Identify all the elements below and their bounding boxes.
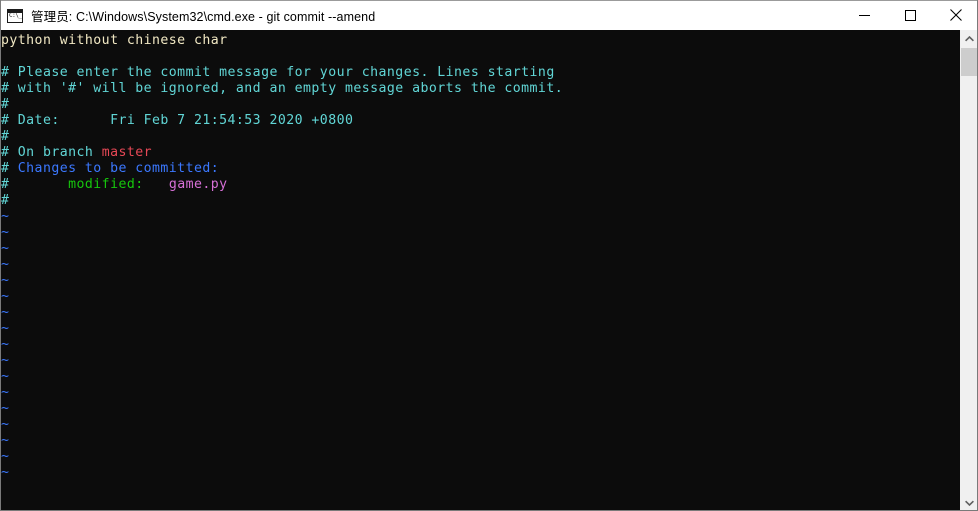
terminal-line: ~: [1, 209, 962, 225]
terminal-line: python without chinese char: [1, 33, 962, 49]
title-bar[interactable]: 管理员: C:\Windows\System32\cmd.exe - git c…: [1, 0, 977, 31]
terminal-text-segment: ~: [1, 401, 10, 416]
terminal-text-segment: ~: [1, 417, 10, 432]
terminal-text-segment: ~: [1, 225, 10, 240]
terminal-line: # with '#' will be ignored, and an empty…: [1, 81, 962, 97]
terminal-text-segment: ~: [1, 353, 10, 368]
minimize-button[interactable]: [841, 1, 887, 30]
terminal-text-segment: #: [1, 177, 69, 192]
terminal-line: ~: [1, 385, 962, 401]
terminal-text-segment: ~: [1, 337, 10, 352]
terminal-line: # modified: game.py: [1, 177, 962, 193]
terminal-screen[interactable]: python without chinese char # Please ent…: [1, 30, 962, 510]
terminal-line: ~: [1, 321, 962, 337]
scroll-up-button[interactable]: [961, 30, 977, 47]
terminal-line: ~: [1, 465, 962, 481]
scrollbar-thumb[interactable]: [961, 48, 977, 76]
terminal-text-segment: #: [1, 97, 10, 112]
terminal-text-segment: # with '#' will be ignored, and an empty…: [1, 81, 564, 96]
terminal-line: ~: [1, 225, 962, 241]
terminal-line: # On branch master: [1, 145, 962, 161]
terminal-line: ~: [1, 257, 962, 273]
close-icon: [950, 9, 962, 21]
terminal-line: #: [1, 97, 962, 113]
terminal-text-segment: ~: [1, 369, 10, 384]
chevron-down-icon: [965, 500, 974, 506]
terminal-text-segment: #: [1, 161, 18, 176]
terminal-line: ~: [1, 289, 962, 305]
terminal-line: ~: [1, 433, 962, 449]
terminal-text-segment: ~: [1, 289, 10, 304]
terminal-text-segment: ~: [1, 209, 10, 224]
terminal-text-segment: python without chinese char: [1, 33, 228, 48]
cmd-window: 管理员: C:\Windows\System32\cmd.exe - git c…: [0, 0, 978, 511]
terminal-line: # Changes to be committed:: [1, 161, 962, 177]
terminal-text-segment: Changes to be committed:: [17, 161, 220, 176]
terminal-text-segment: #: [1, 193, 10, 208]
terminal-text-segment: ~: [1, 449, 10, 464]
terminal-text-segment: game.py: [168, 177, 228, 192]
terminal-text-segment: ~: [1, 241, 10, 256]
terminal-text-segment: # Date: Fri Feb 7 21:54:53 2020 +0800: [1, 113, 354, 128]
window-controls: [841, 1, 977, 31]
terminal-text-segment: #: [1, 129, 10, 144]
terminal-line: ~: [1, 337, 962, 353]
terminal-line: ~: [1, 241, 962, 257]
window-title: 管理员: C:\Windows\System32\cmd.exe - git c…: [31, 10, 376, 24]
terminal-line: ~: [1, 417, 962, 433]
terminal-text-segment: modified:: [68, 177, 144, 192]
terminal-text-segment: ~: [1, 257, 10, 272]
terminal-text-segment: # Please enter the commit message for yo…: [1, 65, 555, 80]
terminal-line: # Please enter the commit message for yo…: [1, 65, 962, 81]
chevron-up-icon: [965, 35, 974, 41]
terminal-text-segment: ~: [1, 465, 10, 480]
terminal-line: ~: [1, 273, 962, 289]
terminal-text-segment: master: [101, 145, 153, 160]
terminal-text-segment: ~: [1, 433, 10, 448]
terminal-text-segment: ~: [1, 273, 10, 288]
terminal-text-segment: ~: [1, 321, 10, 336]
terminal-line: ~: [1, 369, 962, 385]
terminal-text-segment: # On branch: [1, 145, 102, 160]
terminal-line: ~: [1, 353, 962, 369]
maximize-icon: [904, 9, 916, 21]
terminal-line: # Date: Fri Feb 7 21:54:53 2020 +0800: [1, 113, 962, 129]
terminal-text-segment: ~: [1, 385, 10, 400]
vertical-scrollbar[interactable]: [960, 30, 977, 510]
cmd-console-icon: [7, 8, 23, 23]
terminal-line: #: [1, 193, 962, 209]
terminal-text-area: python without chinese char # Please ent…: [1, 33, 962, 481]
maximize-button[interactable]: [887, 1, 933, 30]
terminal-text-segment: ~: [1, 305, 10, 320]
terminal-line: ~: [1, 449, 962, 465]
minimize-icon: [858, 14, 870, 16]
close-button[interactable]: [933, 1, 977, 30]
terminal-line: #: [1, 129, 962, 145]
scroll-down-button[interactable]: [961, 494, 977, 510]
terminal-line: ~: [1, 401, 962, 417]
terminal-line: ~: [1, 305, 962, 321]
